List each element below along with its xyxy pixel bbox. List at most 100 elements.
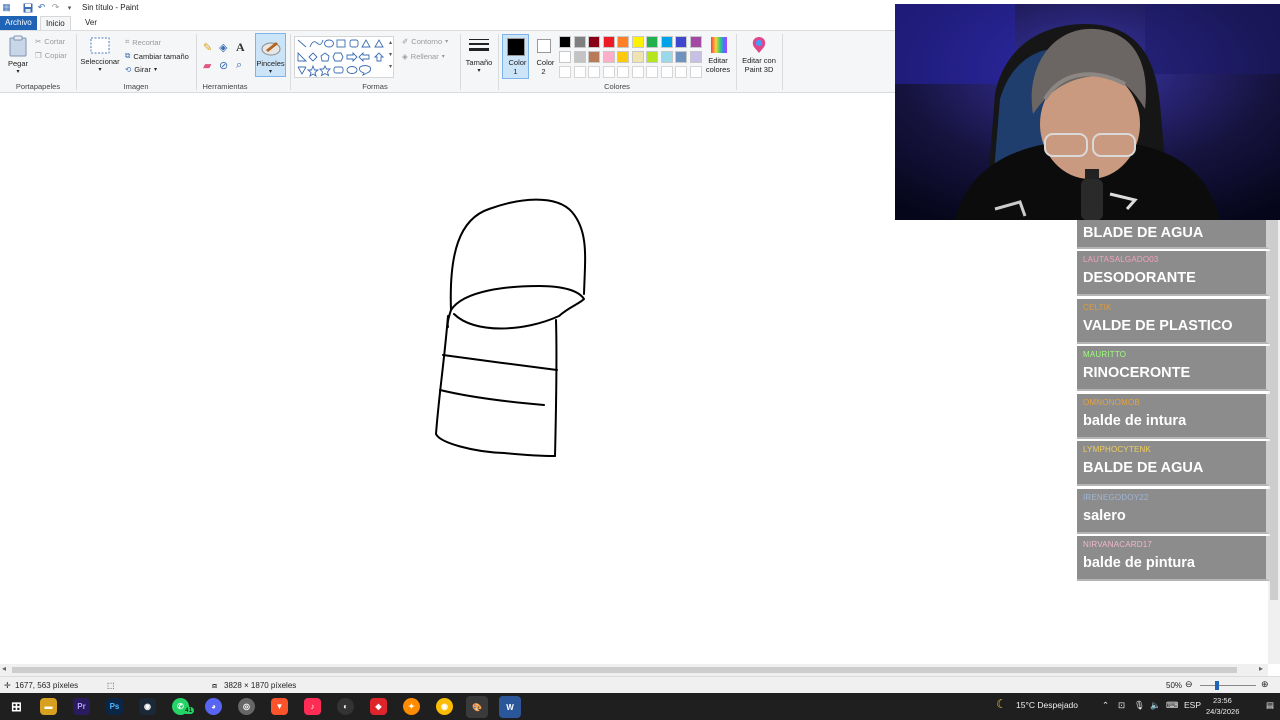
color-swatch[interactable] bbox=[559, 36, 571, 48]
fill-button[interactable]: ◈ Rellenar ▾ bbox=[402, 52, 445, 61]
size-label: Tamaño bbox=[465, 58, 493, 67]
zoom-in-icon[interactable]: ⊕ bbox=[1261, 679, 1269, 690]
capcut-icon[interactable]: ◐ bbox=[337, 698, 354, 715]
color-swatch[interactable] bbox=[660, 36, 673, 48]
clock-date[interactable]: 24/3/2026 bbox=[1206, 707, 1239, 716]
undo-icon[interactable]: ↶ bbox=[36, 2, 47, 13]
scroll-left-icon[interactable]: ◂ bbox=[2, 664, 6, 673]
custom-color-slot[interactable] bbox=[675, 66, 687, 78]
redo-icon[interactable]: ↷ bbox=[50, 2, 61, 13]
paint3d-icon bbox=[752, 37, 766, 53]
color-swatch[interactable] bbox=[675, 36, 687, 48]
fl-studio-icon[interactable]: ✦ bbox=[403, 698, 420, 715]
shapes-gallery[interactable] bbox=[294, 36, 394, 78]
tiktok-icon[interactable]: ♪ bbox=[304, 698, 321, 715]
rotate-button[interactable]: ⟲ Girar ▾ bbox=[125, 65, 157, 74]
color-swatch[interactable] bbox=[660, 51, 673, 63]
chat-username: CELTIK bbox=[1083, 303, 1112, 312]
word-icon[interactable]: W bbox=[499, 696, 521, 718]
tab-home[interactable]: Inicio bbox=[40, 16, 71, 30]
color-swatch[interactable] bbox=[689, 51, 702, 63]
steam-icon[interactable]: ◉ bbox=[139, 698, 156, 715]
zoom-out-icon[interactable]: ⊖ bbox=[1185, 679, 1193, 690]
zoom-slider-thumb[interactable] bbox=[1214, 681, 1219, 690]
resize-button[interactable]: ⧉ Cambiar tamaño bbox=[125, 51, 189, 61]
custom-color-slot[interactable] bbox=[689, 66, 702, 78]
color-swatch[interactable] bbox=[617, 36, 629, 48]
shapes-scroll-up-icon[interactable]: ▴ bbox=[389, 39, 392, 46]
volume-icon[interactable]: 🔈 bbox=[1150, 700, 1161, 711]
copy-button[interactable]: ❐ Copiar bbox=[35, 51, 67, 60]
tab-file[interactable]: Archivo bbox=[0, 16, 37, 30]
scroll-right-icon[interactable]: ▸ bbox=[1259, 664, 1263, 673]
select-button[interactable]: Seleccionar ▾ bbox=[80, 37, 120, 75]
custom-color-slot[interactable] bbox=[559, 66, 571, 78]
text-tool-icon[interactable]: A bbox=[236, 40, 245, 55]
network-icon[interactable]: ⌨ bbox=[1166, 700, 1178, 711]
shapes-expand-icon[interactable]: ▾ bbox=[389, 63, 392, 70]
weather[interactable]: 15°C Despejado bbox=[1016, 700, 1078, 710]
clock-time[interactable]: 23:56 bbox=[1213, 696, 1232, 705]
photoshop-icon[interactable]: Ps bbox=[106, 698, 123, 715]
custom-color-slot[interactable] bbox=[617, 66, 629, 78]
rainbow-icon bbox=[710, 37, 727, 53]
color-swatch[interactable] bbox=[588, 36, 600, 48]
horizontal-scrollbar[interactable]: ◂ ▸ bbox=[0, 664, 1268, 676]
color-swatch[interactable] bbox=[646, 36, 658, 48]
color-swatch[interactable] bbox=[689, 36, 702, 48]
custom-color-slot[interactable] bbox=[588, 66, 600, 78]
color-picker-icon[interactable]: ⊘ bbox=[219, 59, 228, 72]
color1-button[interactable]: Color 1 bbox=[502, 34, 529, 79]
outline-button[interactable]: ✐ Contorno ▾ bbox=[402, 37, 448, 46]
color-swatch[interactable] bbox=[573, 51, 586, 63]
color-swatch[interactable] bbox=[675, 51, 687, 63]
color-swatch[interactable] bbox=[588, 51, 600, 63]
language[interactable]: ESP bbox=[1184, 700, 1201, 710]
size-button[interactable]: Tamaño ▾ bbox=[464, 36, 494, 76]
save-icon[interactable] bbox=[22, 2, 33, 13]
cut-button[interactable]: ✂ Cortar bbox=[35, 37, 65, 46]
streamlabs-icon[interactable]: ◆ bbox=[370, 698, 387, 715]
tab-view[interactable]: Ver bbox=[80, 16, 102, 30]
windows-start-icon[interactable]: ⊞ bbox=[8, 698, 25, 715]
chevron-up-icon[interactable]: ⌃ bbox=[1102, 700, 1109, 711]
notifications-icon[interactable]: ▤ bbox=[1266, 700, 1274, 711]
custom-color-slot[interactable] bbox=[660, 66, 673, 78]
microphone-icon[interactable]: 🎙 bbox=[1134, 700, 1145, 711]
tray-app-icon[interactable]: ⊡ bbox=[1118, 700, 1125, 711]
obs-icon[interactable]: ◎ bbox=[238, 698, 255, 715]
edit-colors-button[interactable]: Editar colores bbox=[705, 36, 732, 74]
paint-app-icon[interactable]: ▦ bbox=[1, 2, 12, 13]
custom-color-slot[interactable] bbox=[573, 66, 586, 78]
color-swatch[interactable] bbox=[559, 51, 571, 63]
custom-color-slot[interactable] bbox=[602, 66, 615, 78]
custom-color-slot[interactable] bbox=[631, 66, 644, 78]
scroll-thumb[interactable] bbox=[12, 667, 1237, 673]
discord-icon[interactable]: ◕ bbox=[205, 698, 222, 715]
customize-toolbar-icon[interactable]: ▾ bbox=[64, 2, 75, 13]
color-swatch[interactable] bbox=[631, 36, 644, 48]
file-explorer-icon[interactable]: ▬ bbox=[40, 698, 57, 715]
crop-button[interactable]: ⌗ Recortar bbox=[125, 37, 161, 47]
eraser-icon[interactable]: ▰ bbox=[203, 59, 211, 72]
chrome-icon[interactable]: ◉ bbox=[436, 698, 453, 715]
color-swatch[interactable] bbox=[602, 36, 615, 48]
color-swatch[interactable] bbox=[602, 51, 615, 63]
pencil-icon[interactable]: ✎ bbox=[203, 41, 212, 54]
custom-color-slot[interactable] bbox=[646, 66, 658, 78]
color-swatch[interactable] bbox=[573, 36, 586, 48]
magnifier-icon[interactable]: ⌕ bbox=[236, 59, 242, 72]
premiere-icon[interactable]: Pr bbox=[73, 698, 90, 715]
color-swatch[interactable] bbox=[646, 51, 658, 63]
zoom-slider[interactable] bbox=[1200, 685, 1256, 686]
color2-button[interactable]: Color 2 bbox=[531, 34, 556, 76]
shapes-scroll-down-icon[interactable]: ▾ bbox=[389, 51, 392, 58]
edit-with-paint3d-button[interactable]: Editar con Paint 3D bbox=[739, 36, 779, 74]
color-swatch[interactable] bbox=[617, 51, 629, 63]
paint-taskbar-icon[interactable]: 🎨 bbox=[466, 696, 488, 718]
paste-button[interactable]: Pegar ▾ bbox=[5, 35, 31, 77]
fill-bucket-icon[interactable]: ◈ bbox=[219, 41, 227, 54]
brushes-button[interactable]: Pinceles ▾ bbox=[255, 33, 286, 77]
color-swatch[interactable] bbox=[631, 51, 644, 63]
brave-icon[interactable]: ▼ bbox=[271, 698, 288, 715]
